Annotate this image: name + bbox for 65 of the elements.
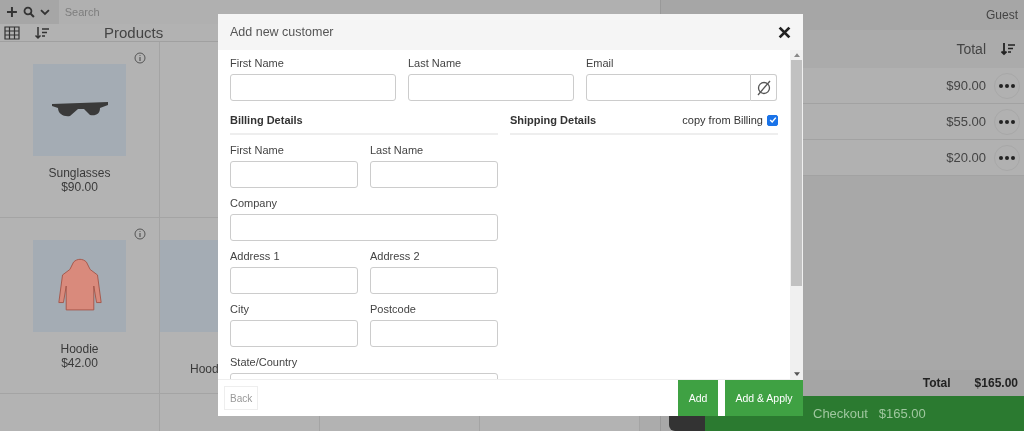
hoodie-icon — [56, 258, 103, 314]
more-button[interactable] — [994, 108, 1020, 135]
info-icon[interactable] — [134, 228, 146, 240]
field-label: Last Name — [408, 56, 463, 70]
product-price: $42.00 — [61, 356, 98, 370]
section-title: Billing Details — [230, 114, 303, 126]
line-total: $55.00 — [946, 114, 986, 129]
add-icon[interactable] — [6, 6, 18, 18]
more-icon — [999, 119, 1015, 124]
field-label: Company — [230, 196, 279, 210]
sort-icon[interactable] — [34, 25, 50, 40]
search-icon[interactable] — [22, 6, 35, 18]
chevron-down-icon[interactable] — [39, 7, 50, 17]
input-field[interactable] — [370, 320, 498, 347]
column-header: Products — [104, 24, 164, 41]
total-amount: $165.00 — [974, 376, 1018, 390]
input-field[interactable] — [370, 267, 498, 294]
section-title: Shipping Details — [510, 114, 597, 126]
input-field[interactable] — [408, 74, 574, 101]
checkbox-label: copy from Billing — [682, 114, 763, 126]
input-field[interactable] — [230, 74, 396, 101]
add-and-apply-button[interactable]: Add & Apply — [725, 380, 803, 416]
customer-name[interactable]: Guest — [986, 8, 1018, 22]
field-label: State/Country — [230, 355, 299, 369]
input-field[interactable] — [230, 320, 358, 347]
scroll-up-icon[interactable] — [793, 53, 800, 57]
more-icon — [999, 83, 1015, 88]
info-icon[interactable] — [134, 52, 146, 64]
more-button[interactable] — [994, 72, 1020, 99]
add-button[interactable]: Add — [678, 380, 718, 416]
field-label: First Name — [230, 143, 285, 157]
field-label: Last Name — [370, 143, 425, 157]
field-label: Address 2 — [370, 249, 421, 263]
field-label: Postcode — [370, 302, 417, 316]
total-label: Total — [922, 376, 951, 390]
dialog-title: Add new customer — [230, 25, 334, 39]
line-total: $90.00 — [946, 78, 986, 93]
more-icon — [999, 155, 1015, 160]
close-icon[interactable] — [778, 25, 791, 39]
product-tile[interactable]: Hoodie $42.00 — [0, 218, 160, 394]
line-total: $20.00 — [946, 150, 986, 165]
product-name: Sunglasses — [48, 166, 111, 180]
input-field[interactable] — [370, 161, 498, 188]
input-field[interactable] — [230, 214, 498, 241]
back-button[interactable]: Back — [224, 386, 259, 410]
scroll-down-icon[interactable] — [793, 372, 800, 376]
empty-set-icon[interactable] — [755, 79, 772, 96]
column-header: Total — [956, 41, 986, 57]
more-button[interactable] — [994, 144, 1020, 171]
field-label: Address 1 — [230, 249, 281, 263]
email-field[interactable] — [586, 74, 751, 101]
scrollbar[interactable] — [790, 50, 803, 379]
product-name: Hoodie — [60, 342, 99, 356]
sort-icon[interactable] — [1000, 42, 1016, 56]
field-label: City — [230, 302, 250, 316]
product-tile[interactable]: Sunglasses $90.00 — [0, 42, 160, 218]
field-label: First Name — [230, 56, 285, 70]
input-field[interactable] — [230, 267, 358, 294]
checkbox[interactable] — [767, 114, 778, 126]
field-label: Email — [586, 56, 615, 70]
input-field[interactable] — [230, 161, 358, 188]
grid-view-icon[interactable] — [4, 25, 20, 40]
product-price: $90.00 — [61, 180, 98, 194]
clear-button[interactable] — [751, 74, 777, 101]
product-name: Hood — [190, 362, 219, 376]
